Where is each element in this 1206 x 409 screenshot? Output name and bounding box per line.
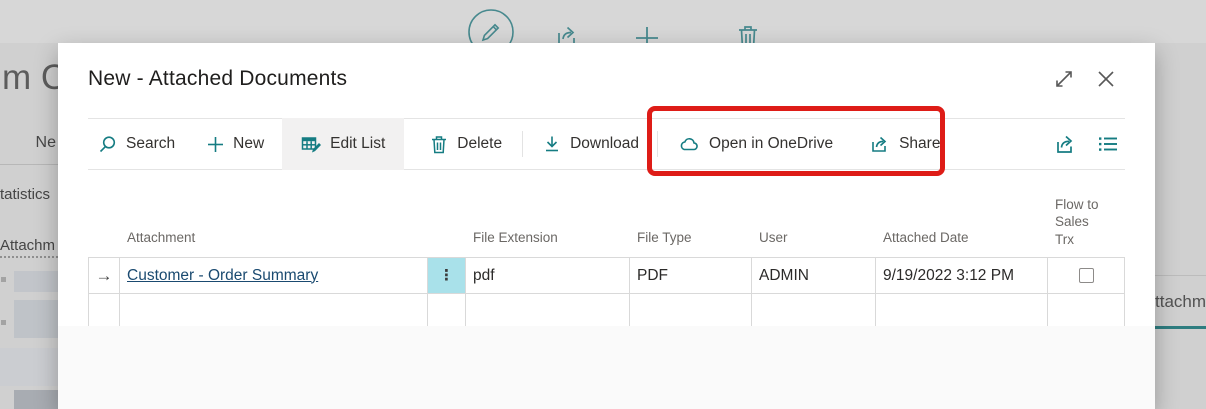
divider bbox=[0, 164, 58, 165]
close-dialog-button[interactable] bbox=[1095, 67, 1119, 91]
background-page-title-fragment: m C bbox=[2, 58, 58, 98]
row-options-cell[interactable]: ⋮ bbox=[428, 258, 466, 294]
search-label: Search bbox=[126, 135, 175, 153]
share-label: Share bbox=[899, 135, 940, 153]
trash-icon bbox=[430, 135, 448, 154]
share-page-button[interactable] bbox=[1047, 124, 1083, 164]
vertical-ellipsis-icon: ⋮ bbox=[439, 268, 454, 283]
screenshot-canvas: m C Ne tatistics Attachm ttachm New - At… bbox=[0, 0, 1206, 409]
edit-list-icon bbox=[301, 135, 321, 154]
background-nav-fragment: Ne bbox=[36, 134, 56, 152]
open-in-onedrive-button[interactable]: Open in OneDrive bbox=[674, 124, 837, 164]
background-action-bar bbox=[0, 0, 1206, 43]
attachment-link[interactable]: Customer - Order Summary bbox=[127, 267, 318, 285]
background-page-right: ttachm bbox=[1155, 43, 1206, 409]
flow-to-sales-trx-cell bbox=[1048, 258, 1125, 294]
new-label: New bbox=[233, 135, 264, 153]
current-row-indicator-cell: → bbox=[88, 258, 120, 294]
share-button[interactable]: Share bbox=[865, 124, 944, 164]
background-menu-attachments-fragment: Attachm bbox=[0, 237, 55, 254]
skeleton-block bbox=[14, 271, 58, 292]
plus-icon bbox=[207, 136, 224, 153]
skeleton-block bbox=[14, 390, 58, 409]
download-button[interactable]: Download bbox=[539, 124, 643, 164]
empty-options-cell bbox=[428, 294, 466, 327]
empty-attached-date-cell bbox=[876, 294, 1048, 327]
empty-row-indicator-cell bbox=[88, 294, 120, 327]
delete-label: Delete bbox=[457, 135, 502, 153]
skeleton-block bbox=[0, 348, 58, 386]
toolbar-separator bbox=[522, 131, 523, 157]
switch-view-icon-button[interactable] bbox=[1091, 124, 1125, 164]
dialog-toolbar: Search New Edit List bbox=[88, 118, 1125, 170]
column-header-user[interactable]: User bbox=[752, 229, 876, 257]
share-icon bbox=[869, 134, 890, 154]
current-row-arrow-icon: → bbox=[96, 266, 113, 286]
attached-date-cell: 9/19/2022 3:12 PM bbox=[876, 258, 1048, 294]
column-header-attached-date[interactable]: Attached Date bbox=[876, 229, 1048, 257]
skeleton-block bbox=[14, 300, 58, 338]
toolbar-separator bbox=[657, 131, 658, 157]
cloud-icon bbox=[678, 135, 700, 153]
column-header-file-extension[interactable]: File Extension bbox=[466, 229, 630, 257]
column-header-attachment[interactable]: Attachment bbox=[120, 229, 428, 257]
empty-file-type-cell bbox=[630, 294, 752, 327]
column-header-flow-to-sales-trx[interactable]: Flow to Sales Trx bbox=[1048, 196, 1125, 257]
empty-flow-cell bbox=[1048, 294, 1125, 327]
column-header-file-type[interactable]: File Type bbox=[630, 229, 752, 257]
active-tab-underline bbox=[1155, 326, 1206, 329]
search-icon bbox=[98, 135, 117, 154]
switch-view-icon bbox=[1097, 134, 1119, 154]
edit-list-button[interactable]: Edit List bbox=[282, 118, 404, 170]
empty-file-extension-cell bbox=[466, 294, 630, 327]
skeleton-bullet bbox=[1, 320, 6, 325]
attachment-cell[interactable]: Customer - Order Summary bbox=[120, 258, 428, 294]
empty-attachment-cell[interactable] bbox=[120, 294, 428, 327]
empty-user-cell bbox=[752, 294, 876, 327]
search-button[interactable]: Search bbox=[94, 124, 179, 164]
delete-button[interactable]: Delete bbox=[426, 124, 506, 164]
edit-list-label: Edit List bbox=[330, 135, 385, 153]
file-extension-cell: pdf bbox=[466, 258, 630, 294]
attached-documents-table: → Customer - Order Summary ⋮ pdf PDF ADM… bbox=[88, 257, 1125, 327]
attached-documents-dialog: New - Attached Documents Search bbox=[58, 43, 1155, 409]
download-icon bbox=[543, 135, 561, 154]
background-menu-statistics-fragment: tatistics bbox=[0, 186, 50, 203]
divider bbox=[1155, 275, 1206, 276]
user-cell: ADMIN bbox=[752, 258, 876, 294]
grid-column-headers: Attachment File Extension File Type User… bbox=[88, 170, 1125, 257]
share-icon bbox=[1053, 133, 1077, 155]
skeleton-bullet bbox=[1, 277, 6, 282]
expand-dialog-button[interactable] bbox=[1053, 67, 1077, 91]
file-type-cell: PDF bbox=[630, 258, 752, 294]
new-button[interactable]: New bbox=[203, 124, 268, 164]
download-label: Download bbox=[570, 135, 639, 153]
flow-to-sales-trx-checkbox[interactable] bbox=[1079, 268, 1094, 283]
divider bbox=[0, 256, 58, 258]
background-page-left: m C Ne tatistics Attachm bbox=[0, 43, 58, 409]
open-in-onedrive-label: Open in OneDrive bbox=[709, 135, 833, 153]
dialog-title: New - Attached Documents bbox=[88, 67, 347, 91]
background-attachments-tab-fragment: ttachm bbox=[1155, 292, 1206, 312]
dialog-body-background bbox=[58, 326, 1155, 409]
